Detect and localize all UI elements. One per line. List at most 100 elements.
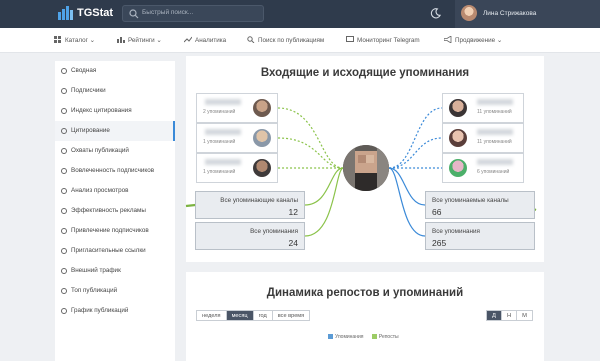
chart-icon [117, 37, 125, 43]
outgoing-mentions-label: Все упоминания [432, 228, 480, 235]
link-icon [61, 248, 67, 254]
nav-item-label: Аналитика [195, 37, 227, 44]
sidebar-item-ad-efficiency[interactable]: Эффективность рекламы [55, 201, 175, 221]
nav-item-post-search[interactable]: Поиск по публикациям [247, 36, 324, 44]
nav-item-monitoring[interactable]: Мониторинг Telegram [346, 36, 420, 44]
channel-name-blurred [205, 159, 241, 165]
mention-count: 1 упоминаний [203, 139, 236, 145]
mentions-title: Входящие и исходящие упоминания [260, 67, 470, 79]
engagement-icon [61, 168, 67, 174]
incoming-channels-count: 12 [288, 207, 298, 217]
nav-item-label: Продвижение [455, 37, 496, 44]
dark-mode-moon-icon[interactable] [430, 8, 441, 19]
nav-item-promotion[interactable]: Продвижение ⌄ [444, 36, 502, 44]
legend-mentions-label[interactable]: Упоминания [335, 334, 363, 340]
sidebar-item-label: Цитирование [71, 127, 110, 134]
sidebar-item-summary[interactable]: Сводная [55, 61, 175, 81]
outgoing-mentions-total[interactable]: Все упоминания 265 [425, 222, 535, 250]
outgoing-channel-card[interactable]: 11 упоминаний [442, 93, 524, 123]
sidebar-item-post-schedule[interactable]: График публикаций [55, 301, 175, 321]
granularity-day-button[interactable]: Д [487, 311, 502, 320]
sidebar-item-invite-links[interactable]: Пригласительные ссылки [55, 241, 175, 261]
channel-avatar-center [343, 145, 389, 191]
nav-item-label: Рейтинги [128, 37, 155, 44]
sidebar-item-citation[interactable]: Цитирование [55, 121, 175, 141]
user-name: Лина Стрижакова [483, 10, 537, 17]
calendar-icon [61, 308, 67, 314]
incoming-channels-total[interactable]: Все упоминающие каналы 12 [195, 191, 305, 219]
period-all-time-button[interactable]: все время [272, 311, 310, 320]
sidebar-item-label: Анализ просмотров [71, 187, 129, 194]
channel-name-blurred [477, 129, 513, 135]
incoming-channel-card[interactable]: 1 упоминаний [196, 123, 278, 153]
sidebar-item-label: График публикаций [71, 307, 129, 314]
sidebar-item-label: Пригласительные ссылки [71, 247, 146, 254]
period-year-button[interactable]: год [253, 311, 273, 320]
channel-avatar [253, 129, 271, 147]
incoming-channels-label: Все упоминающие каналы [220, 197, 298, 204]
incoming-channel-card[interactable]: 2 упоминаний [196, 93, 278, 123]
incoming-mentions-total[interactable]: Все упоминания 24 [195, 222, 305, 250]
nav-item-label: Каталог [65, 37, 88, 44]
sidebar-item-citation-index[interactable]: Индекс цитирования [55, 101, 175, 121]
sidebar-item-external-traffic[interactable]: Внешний трафик [55, 261, 175, 281]
outgoing-channel-card[interactable]: 11 упоминаний [442, 123, 524, 153]
tgstat-logo-icon[interactable] [58, 6, 74, 20]
grid-icon [54, 36, 61, 43]
sidebar-item-label: Индекс цитирования [71, 107, 132, 114]
channel-avatar [449, 159, 467, 177]
search-icon [247, 36, 255, 43]
period-month-button[interactable]: месяц [226, 311, 254, 320]
legend-reposts-label[interactable]: Репосты [379, 334, 399, 340]
summary-icon [61, 68, 67, 74]
sidebar-item-reach[interactable]: Охваты публикаций [55, 141, 175, 161]
incoming-mentions-label: Все упоминания [250, 228, 298, 235]
chevron-down-icon: ⌄ [156, 37, 162, 44]
granularity-week-button[interactable]: Н [501, 311, 518, 320]
trend-icon [61, 228, 67, 234]
nav-item-ratings[interactable]: Рейтинги ⌄ [117, 36, 162, 44]
search-input[interactable]: Быстрый поиск... [122, 5, 264, 22]
legend-swatch-reposts [371, 334, 377, 339]
sidebar-item-engagement[interactable]: Вовлеченность подписчиков [55, 161, 175, 181]
granularity-month-button[interactable]: М [517, 311, 532, 320]
granularity-switcher: Д Н М [486, 310, 533, 321]
period-week-button[interactable]: неделя [197, 311, 227, 320]
nav-item-catalog[interactable]: Каталог ⌄ [54, 36, 95, 44]
outgoing-channels-total[interactable]: Все упоминаемые каналы 66 [425, 191, 535, 219]
sidebar: Сводная Подписчики Индекс цитирования Ци… [55, 61, 175, 361]
channel-name-blurred [205, 129, 241, 135]
megaphone-icon [444, 36, 452, 43]
mention-count: 2 упоминаний [203, 109, 236, 115]
citation-icon [61, 128, 67, 134]
sidebar-item-top-posts[interactable]: Топ публикаций [55, 281, 175, 301]
external-icon [61, 268, 67, 274]
outgoing-channel-card[interactable]: 6 упоминаний [442, 153, 524, 183]
sidebar-item-label: Эффективность рекламы [71, 207, 146, 214]
pixelated-avatar-icon [343, 145, 389, 191]
chevron-down-icon: ⌄ [89, 37, 95, 44]
user-menu[interactable]: Лина Стрижакова [455, 0, 600, 28]
outgoing-channels-count: 66 [432, 207, 442, 217]
main-nav: Каталог ⌄ Рейтинги ⌄ Аналитика Поиск по … [0, 28, 600, 53]
top-bar: TGStat Быстрый поиск... Лина Стрижакова [0, 0, 600, 28]
nav-item-label: Мониторинг Telegram [357, 37, 420, 44]
channel-name-blurred [205, 99, 241, 105]
logo-text[interactable]: TGStat [77, 7, 113, 19]
sidebar-item-label: Подписчики [71, 87, 106, 94]
reach-icon [61, 148, 67, 154]
incoming-channel-card[interactable]: 1 упоминаний [196, 153, 278, 183]
sidebar-item-subscribers[interactable]: Подписчики [55, 81, 175, 101]
channel-avatar [253, 99, 271, 117]
channel-name-blurred [477, 99, 513, 105]
nav-item-analytics[interactable]: Аналитика [184, 36, 226, 44]
channel-avatar [253, 159, 271, 177]
sidebar-item-label: Вовлеченность подписчиков [71, 167, 155, 174]
sidebar-item-views-analysis[interactable]: Анализ просмотров [55, 181, 175, 201]
mention-count: 1 упоминаний [203, 169, 236, 175]
analytics-icon [184, 36, 192, 43]
channel-avatar [449, 99, 467, 117]
dynamics-title: Динамика репостов и упоминаний [266, 287, 464, 299]
top-icon [61, 288, 67, 294]
sidebar-item-attraction[interactable]: Привлечение подписчиков [55, 221, 175, 241]
